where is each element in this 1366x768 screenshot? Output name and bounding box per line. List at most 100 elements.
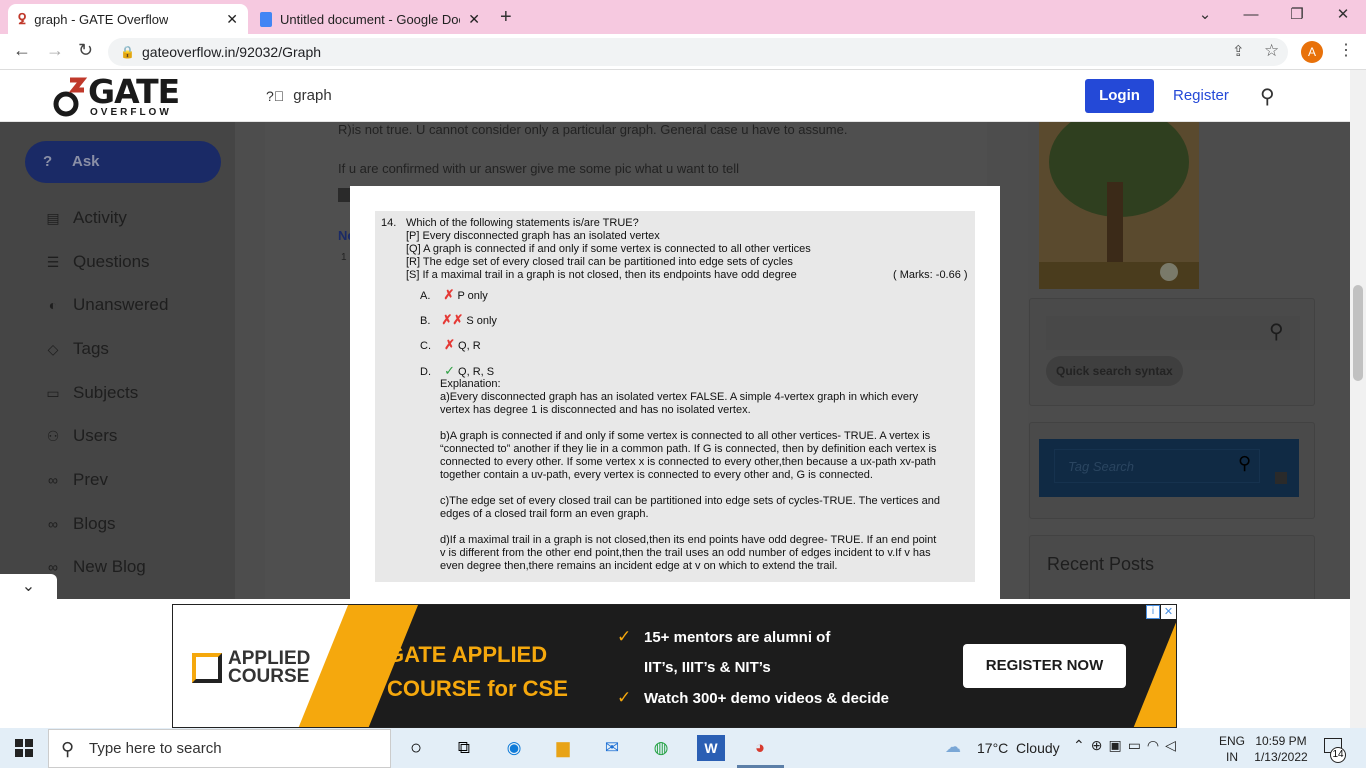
users-icon: ⚇ (46, 427, 60, 444)
register-now-button[interactable]: REGISTER NOW (963, 644, 1126, 688)
sidebar-item-label: Users (73, 426, 118, 445)
sidebar: ? Ask ▤ Activity ☰ Questions ◐ Unanswered ◇… (0, 122, 235, 599)
tag-search-input[interactable]: Tag Search (1054, 449, 1260, 483)
explanation-line: “connected to” another if they lie in a … (440, 443, 937, 455)
restore-icon[interactable]: ❐ (1274, 0, 1320, 30)
sidebar-item-label: Activity (73, 208, 127, 227)
wrong-mark-icon: ✗ (443, 287, 455, 302)
chrome-icon[interactable]: ◕ (746, 735, 774, 761)
sidebar-item-activity[interactable]: ▤ Activity (44, 208, 127, 228)
menu-dots-icon[interactable]: ⋮ (1338, 40, 1354, 60)
bookmark-star-icon[interactable]: ☆ (1264, 41, 1279, 61)
search-icon: ⚲ (61, 739, 75, 759)
forward-icon[interactable]: → (46, 40, 64, 61)
check-icon: ✓ (617, 688, 632, 707)
cortana-icon[interactable]: ○ (402, 735, 430, 761)
option-letter: D. (420, 366, 431, 378)
collapse-chevron-icon[interactable]: ⌄ (0, 574, 57, 600)
search-icon[interactable]: ⚲ (1238, 453, 1251, 474)
taskbar-search-input[interactable]: ⚲ Type here to search (48, 729, 391, 768)
sidebar-item-users[interactable]: ⚇ Users (44, 426, 118, 446)
back-icon[interactable]: ← (13, 40, 31, 61)
sidebar-item-new-blog[interactable]: ∞ New Blog (44, 557, 146, 577)
close-tab-icon[interactable]: ✕ (226, 11, 238, 28)
login-button[interactable]: Login (1085, 79, 1154, 113)
thumbs-up-icon[interactable] (338, 188, 350, 202)
wrong-mark-icon: ✗ (444, 337, 455, 352)
language-indicator[interactable]: ENG IN (1219, 733, 1245, 765)
clock[interactable]: 10:59 PM 1/13/2022 (1252, 733, 1310, 765)
explanation-line: connected to every other. If some vertex… (440, 456, 936, 468)
sidebar-item-tags[interactable]: ◇ Tags (44, 339, 109, 359)
page-scrollbar[interactable] (1350, 70, 1366, 728)
word-icon[interactable]: W (697, 735, 725, 761)
correct-check-icon: ✓ (444, 363, 455, 378)
share-icon[interactable]: ⇪ (1232, 42, 1245, 60)
option-text: S only (466, 315, 497, 327)
reload-icon[interactable]: ↻ (78, 40, 93, 61)
explanation-label: Explanation: (440, 378, 501, 390)
sidebar-item-unanswered[interactable]: ◐ Unanswered (44, 295, 169, 315)
task-view-icon[interactable]: ⧉ (450, 735, 478, 761)
new-tab-icon[interactable]: + (500, 6, 512, 29)
folder-icon: ▭ (46, 384, 60, 401)
file-explorer-icon[interactable]: ▆ (549, 735, 577, 761)
profile-avatar[interactable]: A (1301, 41, 1323, 63)
recent-posts-panel: Recent Posts (1029, 535, 1315, 599)
question-number: 14. (381, 217, 397, 229)
tag-search-panel: Tag Search ⚲ (1029, 422, 1315, 519)
sidebar-item-label: Unanswered (73, 295, 169, 314)
sidebar-item-questions[interactable]: ☰ Questions (44, 252, 150, 272)
quick-search-syntax-button[interactable]: Quick search syntax (1046, 356, 1183, 386)
windows-start-icon[interactable] (15, 739, 33, 757)
close-window-icon[interactable]: ✕ (1320, 0, 1366, 30)
edge-icon[interactable]: ◉ (500, 735, 528, 761)
whatsapp-icon[interactable]: ◍ (647, 735, 675, 761)
tab-gate-overflow[interactable]: ꝿ graph - GATE Overflow ✕ (8, 4, 248, 34)
ad-close-icon[interactable]: ✕ (1161, 605, 1176, 619)
sidebar-item-label: Questions (73, 252, 150, 271)
ask-icon: ? (43, 153, 53, 170)
language-region: IN (1226, 750, 1238, 764)
register-link[interactable]: Register (1173, 87, 1229, 104)
question-image: 14. Which of the following statements is… (375, 211, 975, 582)
link-icon: ∞ (48, 472, 58, 488)
tab-google-doc[interactable]: Untitled document - Google Doc ✕ (250, 4, 490, 34)
ad-headline-line: GATE APPLIED (387, 642, 548, 667)
chart-icon: ▤ (46, 209, 60, 226)
system-tray-icons[interactable]: ⌃⊕▣▭◠◁ (1073, 737, 1182, 754)
search-icon[interactable]: ⚲ (1260, 84, 1275, 109)
minimize-icon[interactable]: — (1228, 0, 1274, 30)
breadcrumb[interactable]: ?⃝ graph (266, 87, 332, 104)
search-icon[interactable]: ⚲ (1269, 319, 1284, 344)
sidebar-item-label: Subjects (73, 383, 139, 402)
sidebar-item-prev[interactable]: ∞ Prev (44, 470, 108, 490)
checkbox[interactable] (1275, 472, 1287, 484)
sidebar-item-subjects[interactable]: ▭ Subjects (44, 383, 138, 403)
sidebar-item-label: Prev (73, 470, 108, 489)
ad-info-icon[interactable]: i (1146, 605, 1160, 619)
close-tab-icon[interactable]: ✕ (468, 11, 480, 28)
explanation-line: d)If a maximal trail in a graph is not c… (440, 534, 937, 546)
question-circle-icon: ?⃝ (266, 87, 285, 104)
ask-button[interactable]: ? Ask (25, 141, 221, 183)
sidebar-item-blogs[interactable]: ∞ Blogs (44, 514, 116, 534)
sidebar-item-label: Blogs (73, 514, 116, 533)
weather-text[interactable]: 17°C Cloudy (977, 740, 1060, 756)
option-text: Q, R, S (458, 366, 495, 378)
site-search-input[interactable] (1046, 316, 1300, 350)
explanation-line: even degree then,there remains an incide… (440, 560, 838, 572)
link-icon: ∞ (48, 516, 58, 532)
scrollbar-thumb[interactable] (1353, 285, 1363, 381)
breadcrumb-label: graph (293, 87, 332, 104)
option-letter: B. (420, 315, 431, 327)
url-input[interactable]: 🔒 gateoverflow.in/92032/Graph (108, 38, 1288, 66)
tab-search-icon[interactable]: ⌄ (1182, 0, 1228, 30)
ad-headline-line: COURSE for CSE (387, 676, 568, 701)
explanation-line: together contain a uv-path, every vertex… (440, 469, 873, 481)
mail-icon[interactable]: ✉ (598, 735, 626, 761)
ad-bullet: Watch 300+ demo videos & decide (644, 690, 889, 707)
gate-overflow-logo[interactable]: GATE OVERFLOW (52, 72, 180, 118)
weather-icon: ☁ (945, 739, 961, 756)
explanation-line: vertex has degree 1 is disconnected and … (440, 404, 751, 416)
